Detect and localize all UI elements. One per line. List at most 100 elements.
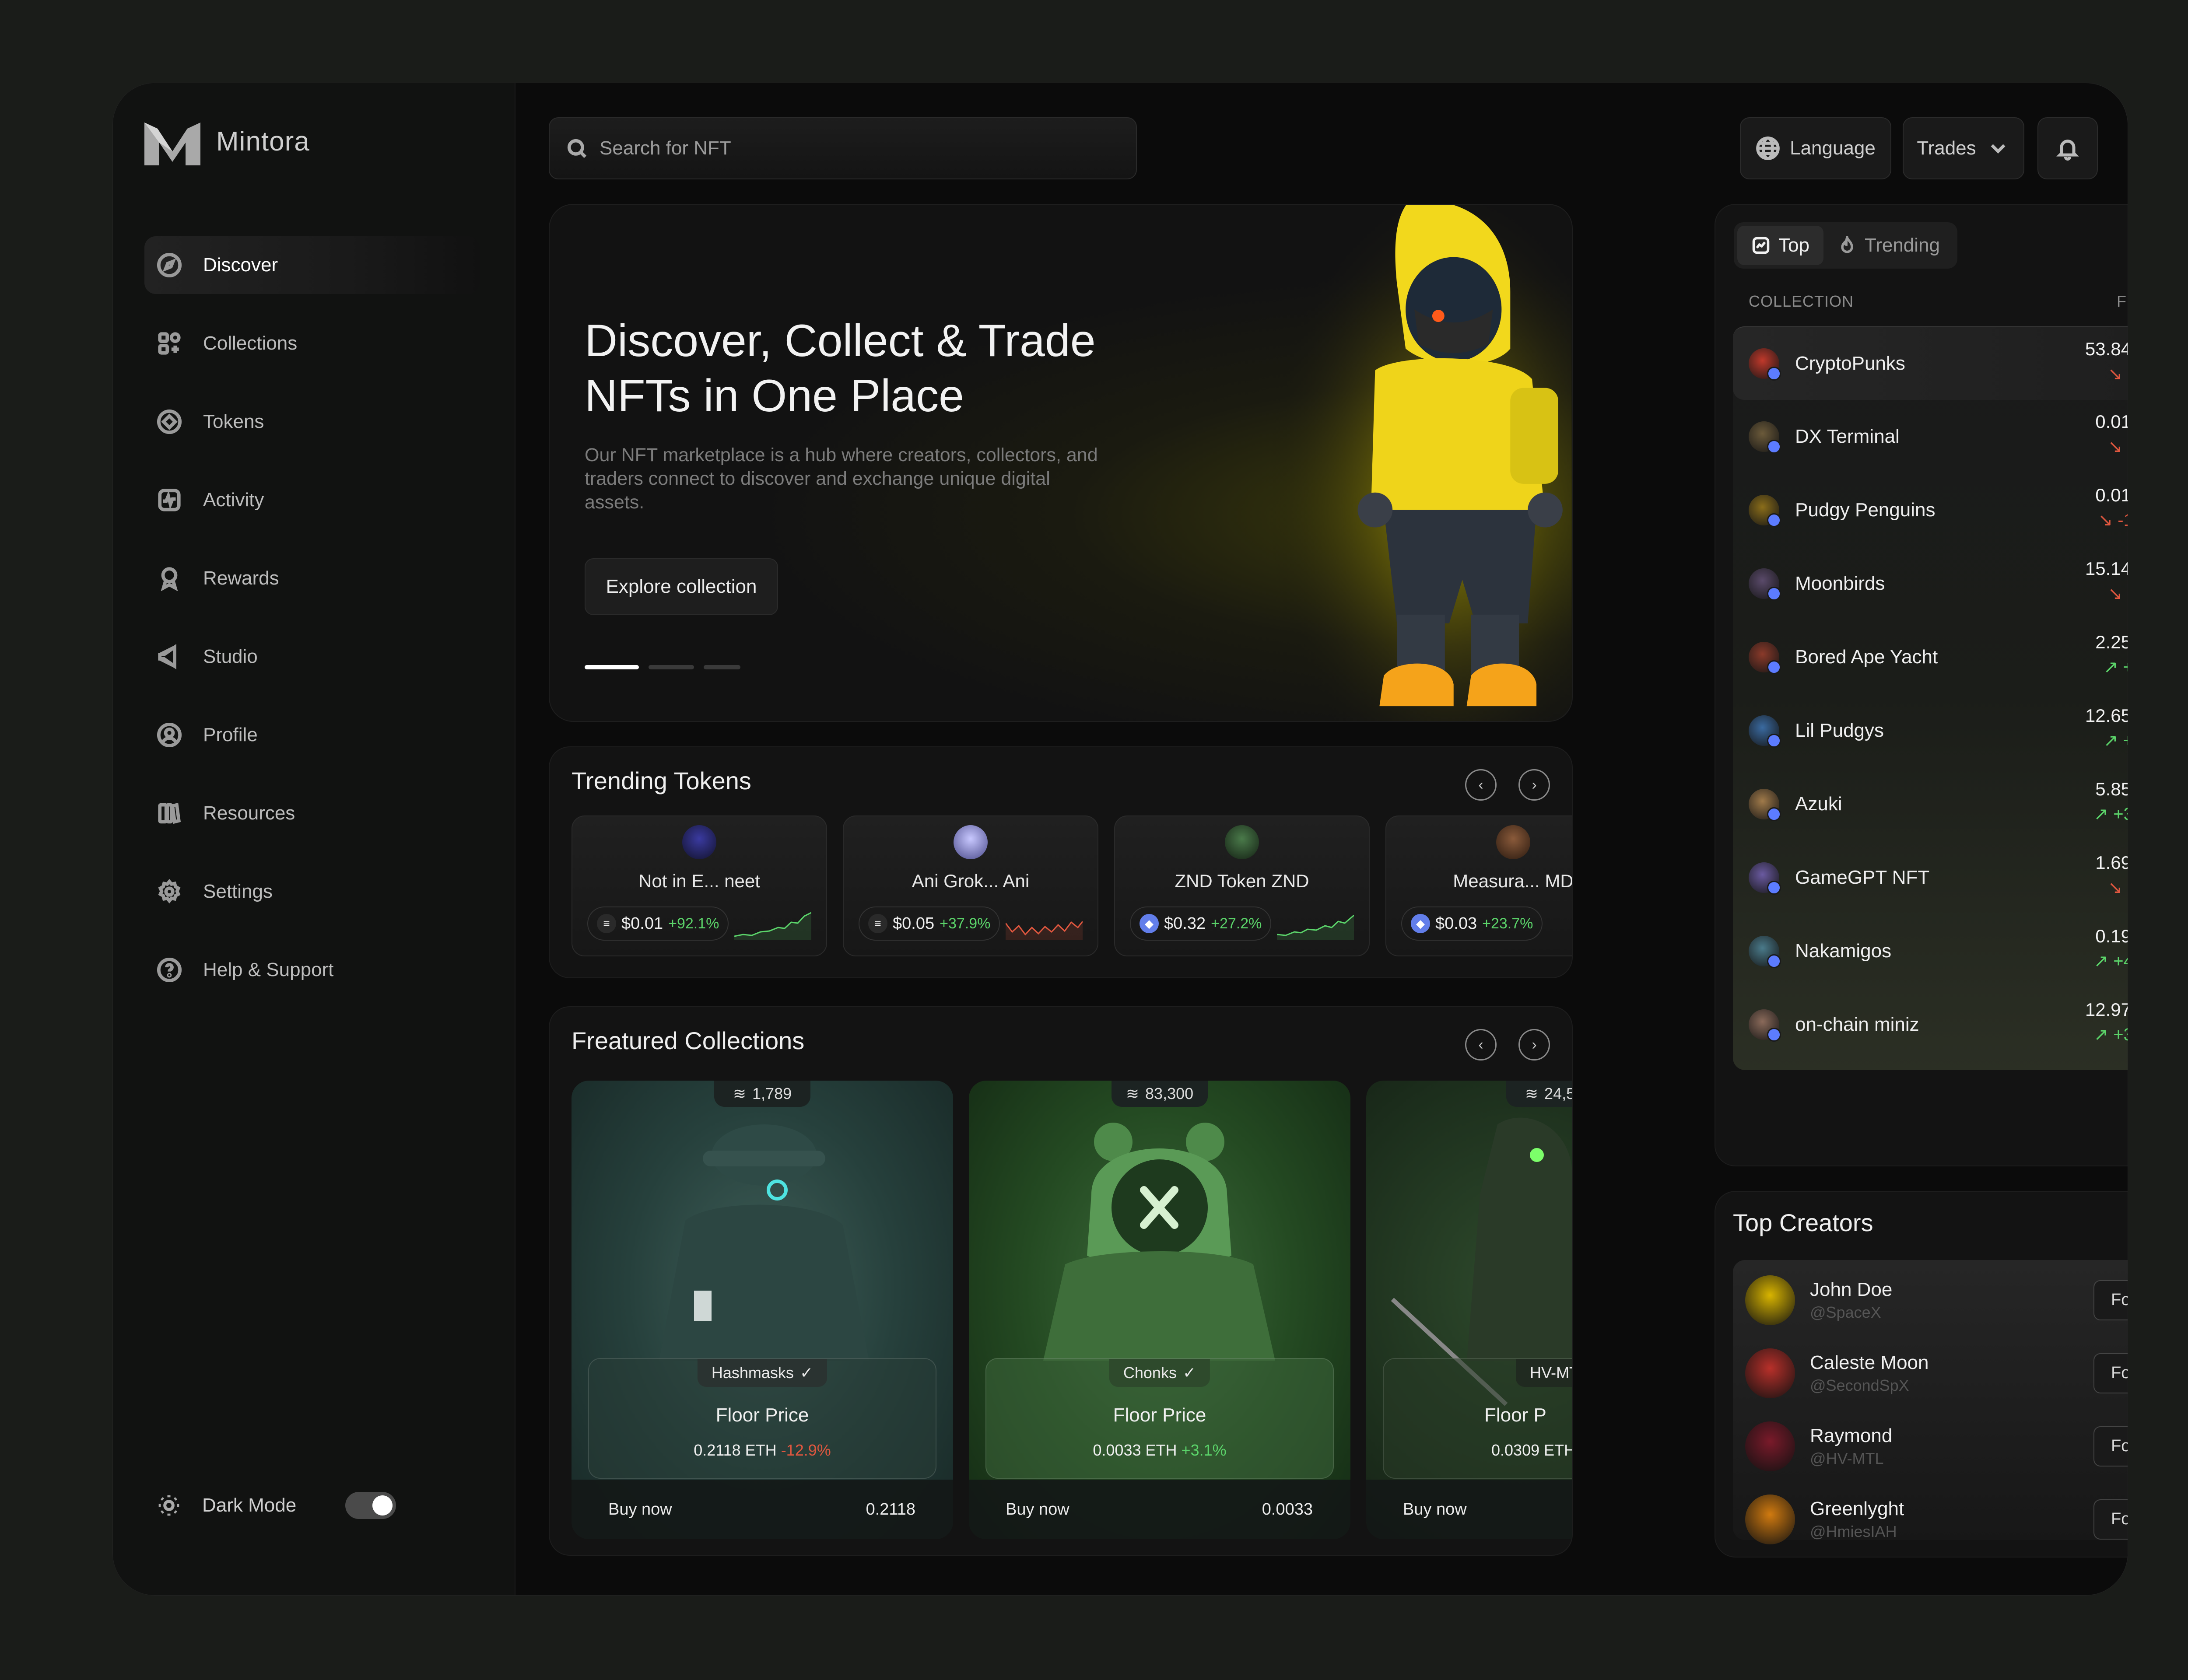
hero-title-line2: NFTs in One Place (585, 371, 964, 421)
trend-down-icon: ↘ (2107, 878, 2128, 897)
collection-card[interactable]: ≋ 1,789 Hashmasks ✓ Floor Price 0.2118 ETH… (572, 1081, 953, 1539)
sidebar-item-tokens[interactable]: Tokens (144, 393, 480, 451)
floor-change: ↗ +37.3% (2085, 1025, 2128, 1045)
sidebar-item-label: Rewards (203, 567, 279, 589)
prev-arrow-icon[interactable]: ‹ (1465, 769, 1497, 801)
sidebar-item-settings[interactable]: Settings (144, 863, 480, 920)
search-bar[interactable]: Search for NFT (549, 117, 1137, 179)
floor-value: 15.14 (2085, 558, 2128, 579)
search-input[interactable]: Search for NFT (600, 137, 731, 159)
avatar[interactable] (1745, 1275, 1795, 1325)
trend-down-icon: ↘ (2098, 511, 2118, 530)
tab-top[interactable]: Top (1737, 226, 1823, 265)
creator-name[interactable]: Caleste Moon (1810, 1352, 1929, 1374)
token-card[interactable]: Not in E... neet ≡ $0.01 +92.1% (572, 816, 827, 956)
avatar[interactable] (1745, 1494, 1795, 1544)
creator-info: Raymond @HV-MTL (1810, 1425, 1892, 1468)
token-card[interactable]: ZND Token ZND ◆ $0.32 +27.2% (1114, 816, 1370, 956)
buy-now-bar[interactable]: Buy now 0.0033 (969, 1480, 1350, 1539)
creator-info: John Doe @SpaceX (1810, 1279, 1892, 1322)
next-arrow-icon[interactable]: › (1518, 769, 1550, 801)
token-card[interactable]: Measura... MD ◆ $0.03 +23.7% (1385, 816, 1572, 956)
user-icon (157, 722, 182, 748)
floor-value: 1.69 (2095, 852, 2128, 873)
sidebar-item-collections[interactable]: Collections (144, 315, 480, 372)
solana-icon: ≡ (868, 914, 887, 933)
logo[interactable]: Mintora (144, 117, 310, 165)
sidebar-item-activity[interactable]: Activity (144, 471, 480, 529)
floor-values: 1.69ETH ↘ -0.1% (2095, 852, 2128, 898)
dark-mode-row: Dark Mode (157, 1492, 396, 1519)
follow-button[interactable]: Follow (2093, 1426, 2128, 1466)
prev-arrow-icon[interactable]: ‹ (1465, 1029, 1497, 1060)
carousel-dot[interactable] (704, 665, 740, 669)
creator-name[interactable]: Greenlyght (1810, 1498, 1904, 1520)
avatar[interactable] (1745, 1348, 1795, 1398)
token-avatar (682, 825, 716, 859)
sidebar-item-discover[interactable]: Discover (144, 236, 480, 294)
ranking-row[interactable]: GameGPT NFT 1.69ETH ↘ -0.1% (1733, 841, 2128, 914)
sidebar-item-resources[interactable]: Resources (144, 784, 480, 842)
floor-value: 0.01 (2095, 485, 2128, 505)
collection-card[interactable]: ≋ 83,300 Chonks ✓ Floor Price 0.0033 ETH +… (969, 1081, 1350, 1539)
token-price: $0.03 (1435, 914, 1477, 933)
ranking-row[interactable]: Nakamigos 0.19ETH ↗ +40.3% (1733, 914, 2128, 988)
trend-up-icon: ↗ (2093, 1025, 2114, 1044)
chart-icon (1752, 237, 1770, 254)
buy-now-bar[interactable]: Buy now 0.2118 (572, 1480, 953, 1539)
explore-collection-button[interactable]: Explore collection (585, 558, 778, 615)
ranking-row[interactable]: CryptoPunks 53.84ETH ↘ -0.8% (1733, 326, 2128, 400)
follow-button[interactable]: Follow (2093, 1353, 2128, 1393)
sidebar-item-profile[interactable]: Profile (144, 706, 480, 764)
token-name: Ani Grok... Ani (912, 871, 1030, 891)
follow-button[interactable]: Follow (2093, 1499, 2128, 1540)
notifications-button[interactable] (2037, 117, 2098, 179)
floor-price-label: Floor P (1484, 1404, 1546, 1426)
token-change: +27.2% (1211, 915, 1262, 932)
ranking-row[interactable]: Pudgy Penguins 0.01ETH ↘ -14.3% (1733, 473, 2128, 547)
solana-icon: ≡ (597, 914, 616, 933)
carousel-dot[interactable] (649, 665, 694, 669)
sidebar-item-rewards[interactable]: Rewards (144, 550, 480, 607)
creator-row: Greenlyght @HmiesIAH Follow (1733, 1483, 2128, 1556)
tab-trending[interactable]: Trending (1823, 226, 1954, 265)
next-arrow-icon[interactable]: › (1518, 1029, 1550, 1060)
floor-values: 0.19ETH ↗ +40.3% (2094, 926, 2128, 971)
sidebar-item-help[interactable]: Help & Support (144, 941, 480, 999)
dark-mode-toggle[interactable] (345, 1492, 396, 1519)
ranking-row[interactable]: Bored Ape Yacht 2.25ETH ↗ +0.2% (1733, 620, 2128, 694)
carousel-dot[interactable] (585, 665, 639, 669)
buy-now-price: 0.2118 (866, 1500, 915, 1519)
floor-value: 2.25 (2095, 632, 2128, 652)
collection-name-tag: HV-MTI (1516, 1359, 1572, 1387)
language-button[interactable]: Language (1740, 117, 1891, 179)
help-icon (157, 957, 182, 983)
ranking-row[interactable]: Moonbirds 15.14ETH ↘ -4.2% (1733, 547, 2128, 620)
app-window: Mintora Discover Collections Tokens Acti… (113, 83, 2128, 1595)
collection-name: GameGPT NFT (1795, 867, 1930, 888)
top-creators-panel: Top Creators John Doe@SpaceXFollowCalest… (1715, 1191, 2128, 1558)
floor-values: 12.97ETH ↗ +37.3% (2085, 999, 2128, 1045)
collection-count-value: 83,300 (1145, 1085, 1194, 1102)
collection-avatar (1749, 568, 1781, 601)
trades-dropdown[interactable]: Trades (1903, 117, 2024, 179)
creator-name[interactable]: John Doe (1810, 1279, 1892, 1301)
col-collection: COLLECTION (1749, 292, 1854, 310)
follow-button[interactable]: Follow (2093, 1280, 2128, 1320)
book-icon (158, 802, 181, 824)
sidebar-item-studio[interactable]: Studio (144, 628, 480, 686)
ranking-row[interactable]: Lil Pudgys 12.65ETH ↗ +1.3% (1733, 694, 2128, 767)
sidebar-item-label: Activity (203, 489, 264, 511)
token-card[interactable]: Ani Grok... Ani ≡ $0.05 +37.9% (843, 816, 1098, 956)
floor-value: 0.0033 ETH (1093, 1441, 1177, 1459)
floor-values: 0.01ETH ↘ -3.9% (2095, 411, 2128, 457)
creator-name[interactable]: Raymond (1810, 1425, 1892, 1447)
ranking-row[interactable]: on-chain miniz 12.97ETH ↗ +37.3% (1733, 988, 2128, 1061)
token-change: +23.7% (1482, 915, 1533, 932)
collection-card[interactable]: ≋ 24,5 HV-MTI Floor P 0.0309 ETH Buy now (1366, 1081, 1572, 1539)
floor-values: 15.14ETH ↘ -4.2% (2085, 558, 2128, 604)
buy-now-bar[interactable]: Buy now (1366, 1480, 1572, 1539)
avatar[interactable] (1745, 1421, 1795, 1471)
ranking-row[interactable]: Azuki 5.85ETH ↗ +36.1% (1733, 767, 2128, 841)
ranking-row[interactable]: DX Terminal 0.01ETH ↘ -3.9% (1733, 400, 2128, 473)
